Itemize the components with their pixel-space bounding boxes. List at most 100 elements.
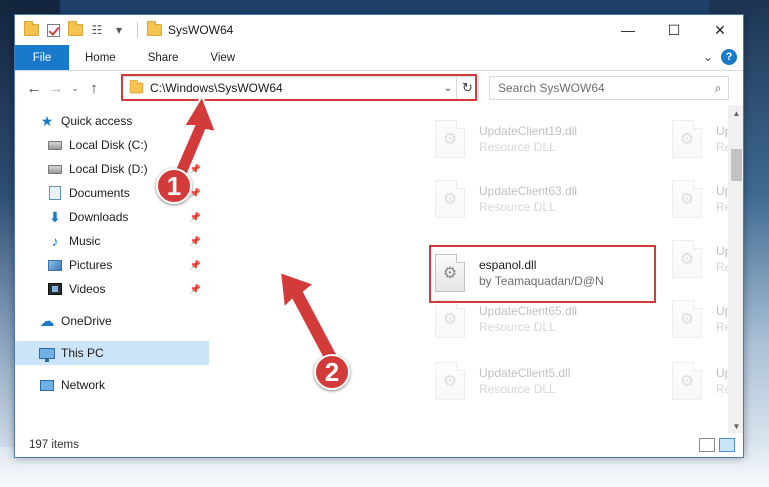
scrollbar-thumb[interactable] (731, 149, 742, 181)
maximize-button[interactable]: ☐ (651, 15, 697, 45)
sidebar-item-label: Pictures (69, 258, 113, 272)
drive-icon (47, 161, 63, 177)
tab-share[interactable]: Share (132, 45, 195, 70)
dll-file-icon: ⚙ (672, 120, 702, 158)
dll-file-icon: ⚙ (672, 300, 702, 338)
tab-view[interactable]: View (194, 45, 251, 70)
pictures-icon (47, 257, 63, 273)
network-icon (39, 377, 55, 393)
title-folder-icon (146, 21, 162, 38)
expand-ribbon-icon[interactable]: ⌄ (703, 50, 713, 64)
dll-file-icon: ⚙ (435, 300, 465, 338)
pin-icon[interactable]: 📌 (190, 236, 201, 247)
view-list-icon[interactable]: ☷ (89, 22, 105, 38)
file-item[interactable]: ⚙ UpdateClient5.dll Resource DLL (431, 355, 653, 407)
help-icon[interactable]: ? (721, 49, 737, 65)
star-icon: ★ (40, 112, 54, 129)
dll-file-icon: ⚙ (672, 240, 702, 278)
sidebar-item-local-disk-c[interactable]: Local Disk (C:) 📌 (15, 133, 209, 157)
refresh-icon[interactable]: ↻ (456, 77, 478, 99)
customize-dropdown-icon[interactable]: ▾ (111, 22, 127, 38)
file-item[interactable]: ⚙ UpdateClient63.dll Resource DLL (431, 173, 653, 225)
callout-badge-two: 2 (314, 354, 350, 390)
sidebar-item-network[interactable]: Network (15, 373, 209, 397)
window-controls: — ☐ ✕ (605, 15, 743, 45)
title-bar: ☷ ▾ SysWOW64 — ☐ ✕ (15, 15, 743, 45)
file-type: by Teamaquadan/D@N (479, 274, 604, 288)
file-item[interactable]: ⚙ UpdateClient19.dll Resource DLL (431, 113, 653, 165)
address-path[interactable]: C:\Windows\SysWOW64 (150, 81, 440, 95)
sidebar-item-music[interactable]: ♪ Music 📌 (15, 229, 209, 253)
file-list: ⚙ UpdateClient19.dll Resource DLL ⚙ Upda… (209, 105, 743, 435)
file-name: UpdateClient19.dll (479, 124, 578, 138)
tab-home[interactable]: Home (69, 45, 132, 70)
sidebar-item-downloads[interactable]: ⬇ Downloads 📌 (15, 205, 209, 229)
documents-icon (47, 185, 63, 201)
file-name: espanol.dll (479, 258, 537, 272)
dll-file-icon: ⚙ (672, 180, 702, 218)
navigation-pane: ★ Quick access Local Disk (C:) 📌 Local D… (15, 105, 209, 435)
file-name: UpdateClient5.dll (479, 366, 571, 380)
back-arrow-icon[interactable]: ← (23, 80, 45, 97)
downloads-icon: ⬇ (49, 208, 61, 225)
sidebar-item-label: Local Disk (C:) (69, 138, 148, 152)
videos-icon (47, 281, 63, 297)
file-type: Resource DLL (479, 382, 556, 396)
details-view-icon[interactable] (699, 438, 715, 452)
file-name: UpdateClient63.dll (479, 184, 578, 198)
pin-icon[interactable]: 📌 (190, 212, 201, 223)
cloud-icon: ☁ (39, 313, 55, 330)
address-dropdown-icon[interactable]: ⌄ (440, 83, 456, 94)
item-count: 197 items (29, 439, 79, 451)
explorer-window: ☷ ▾ SysWOW64 — ☐ ✕ File Home Share View … (14, 14, 744, 458)
sidebar-item-this-pc[interactable]: This PC (15, 341, 209, 365)
music-icon: ♪ (51, 233, 59, 249)
file-item-espanol[interactable]: ⚙ espanol.dll by Teamaquadan/D@N (431, 247, 653, 299)
sidebar-item-quick-access[interactable]: ★ Quick access (15, 109, 209, 133)
computer-icon (39, 345, 55, 362)
address-bar[interactable]: C:\Windows\SysWOW64 ⌄ ↻ (122, 76, 479, 100)
tab-file[interactable]: File (15, 45, 69, 70)
sidebar-item-label: Downloads (69, 210, 129, 224)
forward-arrow-icon[interactable]: → (45, 80, 67, 97)
minimize-button[interactable]: — (605, 15, 651, 45)
close-button[interactable]: ✕ (697, 15, 743, 45)
pin-icon[interactable]: 📌 (190, 284, 201, 295)
sidebar-item-onedrive[interactable]: ☁ OneDrive (15, 309, 209, 333)
status-bar: 197 items (15, 433, 743, 457)
callout-badge-one: 1 (156, 168, 192, 204)
sidebar-item-videos[interactable]: Videos 📌 (15, 277, 209, 301)
file-type: Resource DLL (479, 200, 556, 214)
sidebar-item-label: Videos (69, 282, 106, 296)
dll-file-icon: ⚙ (435, 362, 465, 400)
properties-check-icon[interactable] (45, 22, 61, 38)
up-arrow-icon[interactable]: ↑ (83, 80, 105, 97)
sidebar-item-label: OneDrive (61, 314, 112, 328)
search-input[interactable]: Search SysWOW64 (498, 81, 708, 95)
recent-locations-icon[interactable]: ⌄ (67, 83, 83, 94)
dll-file-icon: ⚙ (435, 254, 465, 292)
pin-icon[interactable]: 📌 (190, 140, 201, 151)
sidebar-item-pictures[interactable]: Pictures 📌 (15, 253, 209, 277)
sidebar-item-label: Documents (69, 186, 130, 200)
quick-access-separator (137, 22, 138, 38)
file-item[interactable]: ⚙ UpdateClient65.dll Resource DLL (431, 293, 653, 345)
window-title: SysWOW64 (168, 23, 234, 37)
new-folder-icon[interactable] (67, 21, 83, 38)
dll-file-icon: ⚙ (672, 362, 702, 400)
folder-icon[interactable] (23, 21, 39, 38)
sidebar-item-label: This PC (61, 346, 104, 360)
navigation-bar: ← → ⌄ ↑ C:\Windows\SysWOW64 ⌄ ↻ Search S… (15, 71, 743, 105)
search-box[interactable]: Search SysWOW64 ⌕ (489, 76, 729, 100)
ribbon-tabs: File Home Share View ⌄ ? (15, 45, 743, 71)
sidebar-item-label: Local Disk (D:) (69, 162, 148, 176)
pin-icon[interactable]: 📌 (190, 164, 201, 175)
scroll-up-icon[interactable]: ▲ (728, 105, 743, 122)
search-icon[interactable]: ⌕ (708, 81, 728, 96)
pin-icon[interactable]: 📌 (190, 260, 201, 271)
vertical-scrollbar[interactable]: ▲ ▼ (728, 105, 743, 435)
dll-file-icon: ⚙ (435, 180, 465, 218)
large-icons-view-icon[interactable] (719, 438, 735, 452)
dll-file-icon: ⚙ (435, 120, 465, 158)
sidebar-item-label: Quick access (61, 114, 133, 128)
